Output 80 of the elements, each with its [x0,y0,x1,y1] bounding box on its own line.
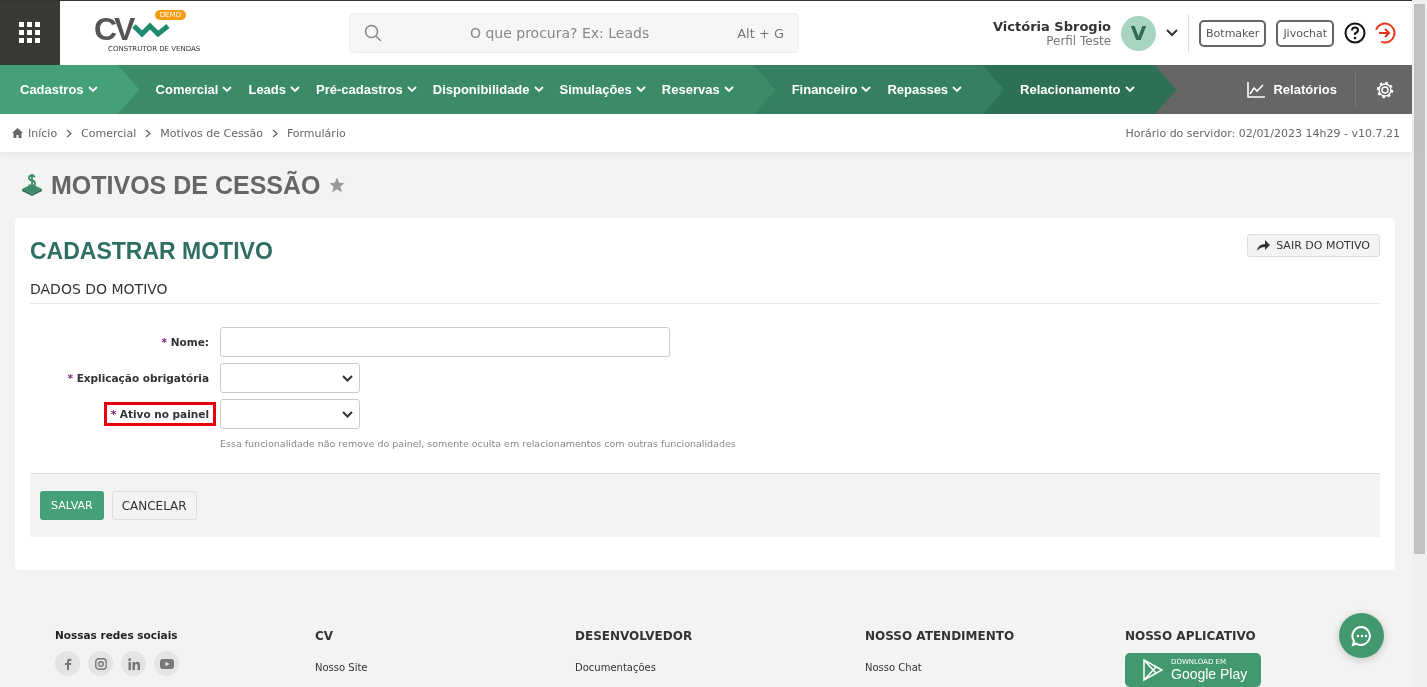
footer-heading: CV [315,629,334,643]
shortcut-hint: Alt + G [737,25,784,41]
menu-item[interactable]: Relacionamento [1020,82,1135,98]
footer-heading: NOSSO APLICATIVO [1125,629,1256,643]
search-field[interactable]: O que procura? Ex: Leads Alt + G [349,13,799,53]
chevron-right-icon [145,128,152,138]
breadcrumb-link[interactable]: Formulário [286,126,346,140]
chevron-down-icon[interactable] [1166,29,1179,37]
footer-heading: Nossas redes sociais [55,629,178,641]
money-stack-icon [21,174,43,196]
select-field[interactable] [220,399,360,429]
chevron-down-icon [723,86,734,94]
logout-icon[interactable] [1374,22,1396,44]
chevron-down-icon [342,374,353,382]
cancel-button[interactable]: CANCELAR [111,491,197,520]
select-field[interactable] [220,363,360,393]
chevron-down-icon [1124,86,1135,94]
share-arrow-icon [1257,240,1271,251]
linkedin-icon[interactable] [121,651,146,676]
chevron-down-icon [952,86,963,94]
field-label: * Ativo no painel [103,402,216,426]
text-input[interactable] [220,327,670,357]
server-time: Horário do servidor: 02/01/2023 14h29 - v10.7.21 [1125,126,1400,140]
menu-item[interactable]: Cadastros [20,82,98,98]
footer-link[interactable]: Nosso Chat [865,662,922,673]
chevron-down-icon [342,410,353,418]
apps-menu-button[interactable] [0,1,60,65]
help-icon[interactable] [1344,22,1366,44]
instagram-icon[interactable] [88,651,113,676]
field-label: * Explicação obrigatória [66,371,210,386]
section-title: DADOS DO MOTIVO [30,269,1380,304]
chevron-down-icon [290,86,301,94]
chevron-right-icon [66,128,73,138]
youtube-icon[interactable] [154,651,179,676]
reports-link[interactable]: Relatórios [1247,65,1355,115]
play-store-icon [1143,659,1163,681]
breadcrumb-link[interactable]: Comercial [81,126,137,140]
chevron-right-icon [271,128,278,138]
logo-text: CV [94,13,133,45]
menu-item[interactable]: Pré-cadastros [316,82,417,98]
chevron-down-icon [635,86,646,94]
breadcrumb-link[interactable]: Início [28,126,58,140]
breadcrumb-link[interactable]: Motivos de Cessão [160,126,263,140]
header-button[interactable]: Jivochat [1276,19,1334,47]
line-chart-icon [1247,81,1266,98]
facebook-icon[interactable] [55,651,80,676]
header-button[interactable]: Botmaker [1199,19,1267,47]
footer-link[interactable]: Documentações [575,662,656,673]
chat-bubble-icon [1350,624,1373,647]
user-avatar[interactable]: V [1121,15,1157,51]
menu-item[interactable]: Simulações [559,82,646,98]
menu-item[interactable]: Financeiro [791,82,872,98]
chevron-down-icon [861,86,872,94]
form-title: CADASTRAR MOTIVO [30,238,273,265]
page-title: MOTIVOS DE CESSÃO [51,170,321,200]
menu-item[interactable]: Reservas [661,82,734,98]
chat-button[interactable] [1339,613,1384,658]
footer-link[interactable]: Nosso Site [315,662,368,673]
settings-icon[interactable] [1376,80,1394,99]
chevron-down-icon [222,86,233,94]
exit-button[interactable]: SAIR DO MOTIVO [1247,234,1380,257]
footer-heading: NOSSO ATENDIMENTO [865,629,1015,643]
menu-item[interactable]: Repasses [887,82,963,98]
home-icon [12,128,23,139]
grid-icon [19,22,41,44]
chevron-down-icon [533,86,544,94]
menu-item[interactable]: Comercial [155,82,233,98]
user-profile: Perfil Teste [1046,33,1112,48]
field-label: * Nome: [160,335,210,350]
save-button[interactable]: SALVAR [40,491,104,520]
menu-item[interactable]: Leads [248,82,301,98]
star-icon[interactable] [328,176,347,194]
search-input[interactable]: O que procura? Ex: Leads [392,24,728,42]
chevron-down-icon [87,86,98,94]
chevron-down-icon [406,86,417,94]
footer-heading: DESENVOLVEDOR [575,629,693,643]
menu-item[interactable]: Disponibilidade [432,82,544,98]
search-icon [364,24,382,42]
help-text: Essa funcionalidade não remove do painel, somente oculta em relacionamentos com outras funcionalidades [220,438,737,449]
user-name: Victória Sbrogio [993,18,1112,34]
